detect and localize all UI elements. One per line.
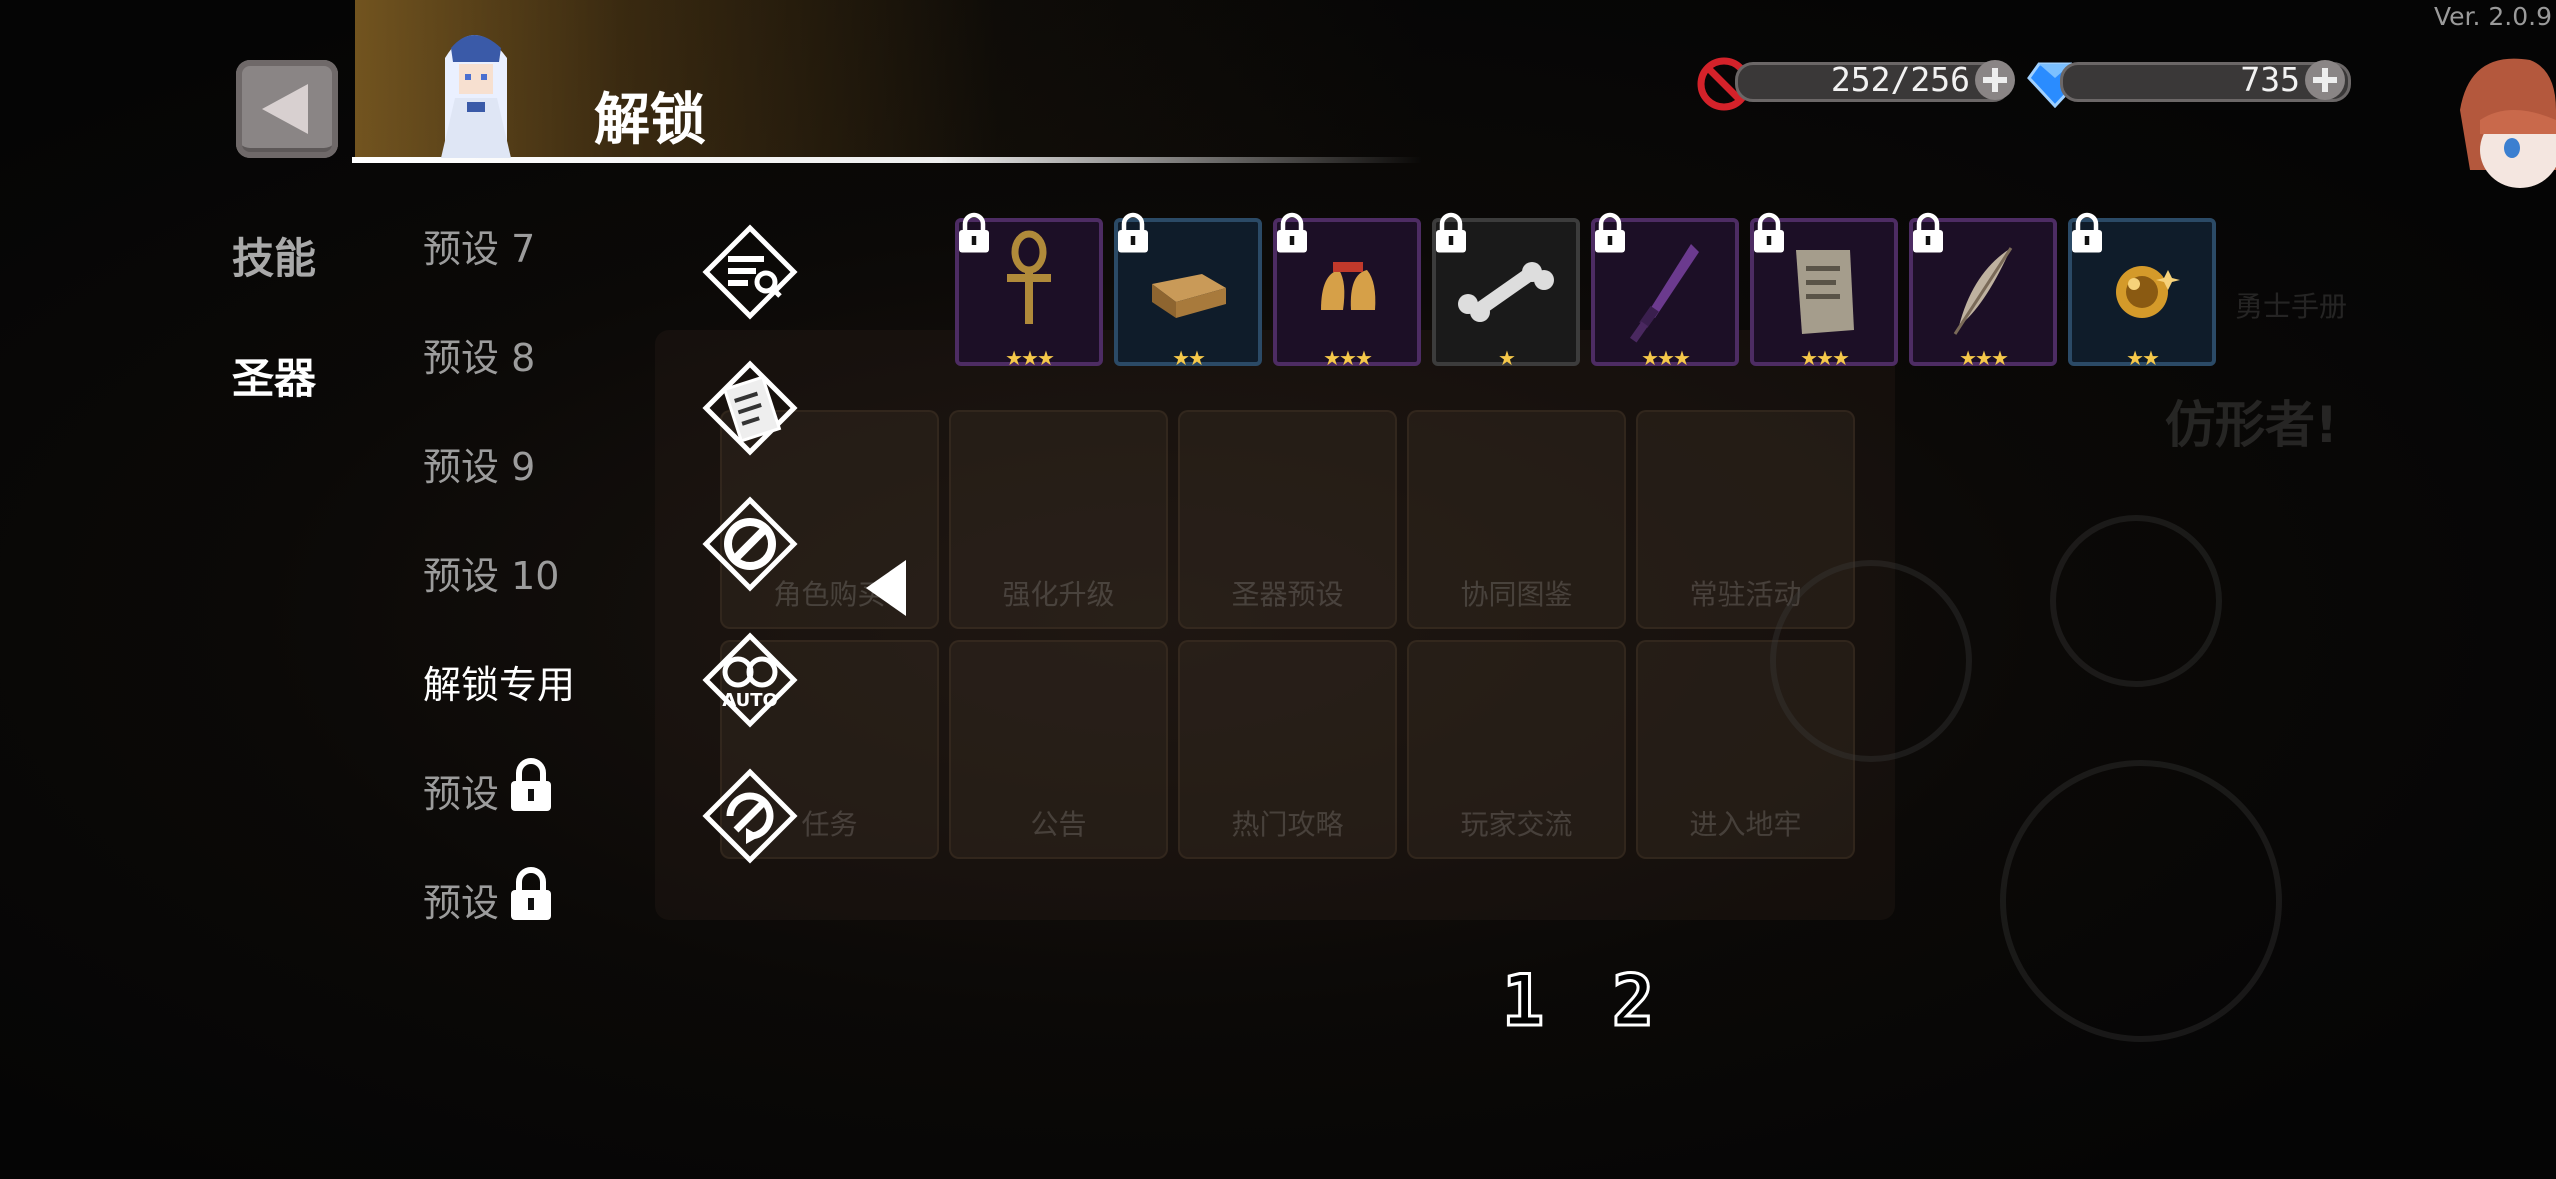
page-title: 解锁 xyxy=(594,88,706,153)
lock-icon xyxy=(1118,212,1148,253)
rarity-stars: ★★★ xyxy=(1005,346,1055,370)
refresh-cancel-icon xyxy=(702,768,798,864)
lock-icon xyxy=(959,212,989,253)
background-menu-label: 协同图鉴 xyxy=(1460,578,1573,611)
artifact-slot-bells[interactable]: ★★★ xyxy=(1273,212,1421,370)
background-button-circle xyxy=(1770,560,1972,762)
auto-label: AUTO xyxy=(722,690,778,711)
page-number-2[interactable]: 2 xyxy=(1610,959,1655,1044)
add-stamina-button[interactable] xyxy=(1975,60,2015,100)
preset-item[interactable]: 预设 9 xyxy=(423,436,535,491)
no-entry-button[interactable] xyxy=(702,496,798,592)
filter-search-icon xyxy=(702,224,798,320)
preset-label: 预设 10 xyxy=(423,554,560,598)
background-menu-label: 圣器预设 xyxy=(1231,578,1344,611)
background-corner-label: 勇士手册 xyxy=(2235,290,2348,323)
rarity-stars: ★★★ xyxy=(1641,346,1691,370)
lock-icon xyxy=(1754,212,1784,253)
scroll-list-button[interactable] xyxy=(702,360,798,456)
gem-value: 735 xyxy=(2240,60,2300,99)
lock-icon xyxy=(1913,212,1943,253)
category-tab-1[interactable]: 圣器 xyxy=(232,345,316,406)
artifact-slot-wooden-box[interactable]: ★★ xyxy=(1114,212,1262,370)
background-menu-tile: 玩家交流 xyxy=(1407,640,1626,859)
background-menu-tile: 热门攻略 xyxy=(1178,640,1397,859)
preset-item[interactable]: 预设 10 xyxy=(423,545,559,600)
collapse-arrow-icon[interactable] xyxy=(866,560,906,616)
artifact-slot-old-scroll[interactable]: ★★★ xyxy=(1750,212,1898,370)
rarity-stars: ★★ xyxy=(1172,346,1206,370)
preset-label: 预设 7 xyxy=(423,227,536,271)
artifact-slot-bone[interactable]: ★ xyxy=(1432,212,1580,370)
back-arrow-icon xyxy=(262,84,308,134)
back-button[interactable] xyxy=(236,60,338,158)
lock-icon xyxy=(511,758,551,811)
character-portrait xyxy=(441,35,511,158)
page-number-1[interactable]: 1 xyxy=(1500,959,1545,1044)
preset-label: 预设 8 xyxy=(423,336,536,380)
background-chat-circle xyxy=(2000,760,2282,1042)
add-gems-button[interactable] xyxy=(2305,60,2345,100)
artifact-slot-ankh[interactable]: ★★★ xyxy=(955,212,1103,370)
preset-item[interactable]: 预设 xyxy=(423,867,551,927)
artifact-slot-feather[interactable]: ★★★ xyxy=(1909,212,2057,370)
player-avatar[interactable] xyxy=(2450,50,2556,220)
rarity-stars: ★★★ xyxy=(1800,346,1850,370)
filter-search-button[interactable] xyxy=(702,224,798,320)
artifact-slot-purple-dagger[interactable]: ★★★ xyxy=(1591,212,1739,370)
background-menu-label: 公告 xyxy=(1030,808,1087,841)
lock-icon xyxy=(1277,212,1307,253)
preset-item[interactable]: 解锁专用 xyxy=(423,654,575,709)
background-button-circle xyxy=(2050,515,2222,687)
preset-item[interactable]: 预设 xyxy=(423,758,551,818)
lock-icon xyxy=(1436,212,1466,253)
preset-label: 解锁专用 xyxy=(423,663,576,707)
preset-label: 预设 9 xyxy=(423,445,536,489)
background-menu-tile: 协同图鉴 xyxy=(1407,410,1626,629)
auto-icon: AUTO xyxy=(702,632,798,728)
rarity-stars: ★ xyxy=(1498,346,1516,370)
background-menu-label: 强化升级 xyxy=(1002,578,1115,611)
preset-label: 预设 xyxy=(423,881,500,925)
background-menu-tile: 圣器预设 xyxy=(1178,410,1397,629)
background-menu-label: 热门攻略 xyxy=(1231,808,1344,841)
artifact-slot-golden-orb[interactable]: ★★ xyxy=(2068,212,2216,370)
background-menu-label: 玩家交流 xyxy=(1460,808,1573,841)
category-tab-0[interactable]: 技能 xyxy=(232,225,316,286)
preset-item[interactable]: 预设 7 xyxy=(423,218,535,273)
lock-icon xyxy=(511,867,551,920)
rarity-stars: ★★★ xyxy=(1323,346,1373,370)
lock-icon xyxy=(1595,212,1625,253)
preset-label: 预设 xyxy=(423,772,500,816)
rarity-stars: ★★ xyxy=(2126,346,2160,370)
background-menu-tile: 强化升级 xyxy=(949,410,1168,629)
background-banner: 仿形者! xyxy=(2165,396,2338,454)
refresh-cancel-button[interactable] xyxy=(702,768,798,864)
background-menu-tile: 公告 xyxy=(949,640,1168,859)
stamina-value: 252/256 xyxy=(1830,60,1970,99)
background-menu-label: 进入地牢 xyxy=(1689,808,1802,841)
version-label: Ver. 2.0.9 xyxy=(2433,2,2552,31)
scroll-list-icon xyxy=(702,360,798,456)
no-entry-icon xyxy=(702,496,798,592)
rarity-stars: ★★★ xyxy=(1959,346,2009,370)
auto-button[interactable]: AUTO xyxy=(702,632,798,728)
preset-item[interactable]: 预设 8 xyxy=(423,327,535,382)
lock-icon xyxy=(2072,212,2102,253)
